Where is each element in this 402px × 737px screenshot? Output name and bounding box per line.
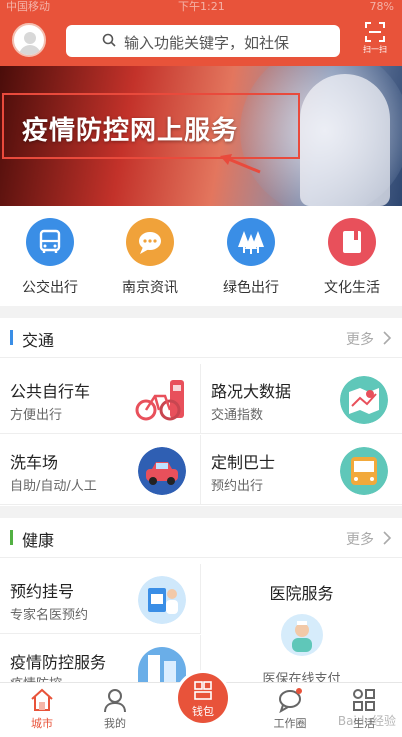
car-wash-icon (138, 447, 186, 495)
scan-icon (365, 22, 385, 42)
banner-title: 疫情防控网上服务 (22, 116, 239, 146)
tile-title: 公共自行车 (10, 382, 91, 401)
home-icon (31, 688, 53, 711)
section-header: 健康 更多 (0, 518, 402, 558)
scan-label: 扫一扫 (363, 45, 387, 54)
tile-title: 疫情防控服务 (10, 653, 107, 672)
avatar[interactable] (12, 23, 46, 57)
tile-subtitle: 医保在线支付 (262, 672, 341, 682)
section-title: 健康 (22, 531, 55, 550)
tile-subtitle: 自助/自动/人工 (10, 479, 97, 494)
section-accent-bar (10, 330, 13, 345)
bus-icon (26, 218, 74, 266)
carrier-label: 中国移动 (6, 0, 50, 13)
tab-mine[interactable]: 我的 (87, 687, 143, 731)
app-header: 中国移动 下午1:21 78% 输入功能关键字，如社保 扫一扫 (0, 0, 402, 66)
chevron-right-icon[interactable] (382, 531, 392, 545)
chat-icon (279, 688, 302, 713)
section-title: 交通 (22, 331, 55, 350)
quick-link-label: 文化生活 (324, 280, 380, 296)
chevron-right-icon[interactable] (382, 331, 392, 345)
tab-wallet[interactable]: 钱包 (178, 673, 228, 723)
person-icon (104, 689, 126, 713)
search-icon (102, 33, 116, 47)
wallet-icon (194, 681, 212, 700)
tile-title: 洗车场 (10, 453, 59, 472)
tab-label: 我的 (104, 717, 126, 730)
scan-button[interactable]: 扫一扫 (360, 21, 390, 61)
tile-title: 路况大数据 (211, 382, 292, 401)
quick-link-culture[interactable]: 文化生活 (302, 218, 402, 297)
quick-link-news[interactable]: 南京资讯 (100, 218, 200, 297)
tile-traffic-data[interactable]: 路况大数据 交通指数 (201, 364, 402, 434)
tile-public-bicycle[interactable]: 公共自行车 方便出行 (0, 364, 201, 434)
tab-label: 工作圈 (273, 717, 307, 730)
status-bar: 中国移动 下午1:21 78% (0, 0, 402, 14)
arrow-icon (220, 154, 261, 174)
quick-links: 公交出行 南京资讯 绿色出行 文化生活 (0, 206, 402, 306)
tab-work-circle[interactable]: 工作圈 (262, 687, 318, 731)
section-accent-bar (10, 530, 13, 545)
quick-link-label: 南京资讯 (122, 280, 178, 296)
book-icon (328, 218, 376, 266)
tile-title: 医院服务 (269, 584, 334, 603)
search-input[interactable]: 输入功能关键字，如社保 (66, 25, 340, 57)
more-link[interactable]: 更多 (346, 529, 374, 549)
nurse-icon (281, 614, 323, 656)
map-icon (340, 376, 388, 424)
quick-link-label: 公交出行 (22, 280, 78, 296)
tile-epidemic-service[interactable]: 疫情防控服务 疫情防控 (0, 635, 201, 682)
clock: 下午1:21 (178, 0, 225, 13)
tile-subtitle: 疫情防控 (10, 673, 62, 682)
quick-link-bus[interactable]: 公交出行 (0, 218, 100, 297)
banner-figure (300, 74, 390, 206)
tile-subtitle: 专家名医预约 (10, 608, 89, 623)
tab-city[interactable]: 城市 (14, 687, 70, 731)
quick-link-label: 绿色出行 (223, 280, 279, 296)
bus-icon (340, 447, 388, 495)
tab-label: 钱包 (192, 705, 214, 718)
tile-title: 预约挂号 (10, 582, 75, 601)
quick-link-green-travel[interactable]: 绿色出行 (201, 218, 301, 297)
avatar-head-shape (24, 32, 36, 44)
tile-title: 定制巴士 (211, 453, 276, 472)
tile-subtitle: 方便出行 (10, 408, 63, 423)
chat-bubble-icon (126, 218, 174, 266)
more-link[interactable]: 更多 (346, 329, 374, 349)
doctor-icon (138, 576, 186, 624)
tile-custom-bus[interactable]: 定制巴士 预约出行 (201, 435, 402, 505)
bicycle-icon (135, 380, 184, 421)
tab-label: 城市 (31, 717, 53, 730)
bottom-tab-bar: 城市 我的 钱包 工作圈 生活 Baidu经验 (0, 673, 402, 737)
building-icon (138, 647, 186, 682)
search-placeholder: 输入功能关键字，如社保 (124, 34, 290, 52)
section-header: 交通 更多 (0, 318, 402, 358)
promo-banner[interactable]: 疫情防控网上服务 (0, 66, 402, 206)
tile-appointment[interactable]: 预约挂号 专家名医预约 (0, 564, 201, 634)
tile-hospital-service[interactable]: 医院服务 医保在线支付 (201, 564, 402, 682)
health-section: 健康 更多 预约挂号 专家名医预约 疫情防控服务 疫情防控 医院服务 (0, 518, 402, 682)
avatar-body-shape (19, 45, 41, 55)
battery-level: 78% (369, 0, 394, 13)
tile-subtitle: 交通指数 (211, 408, 264, 423)
tile-subtitle: 预约出行 (211, 479, 264, 494)
trees-icon (227, 218, 275, 266)
watermark: Baidu经验 (337, 714, 396, 728)
tile-car-wash[interactable]: 洗车场 自助/自动/人工 (0, 435, 201, 505)
grid-icon (353, 689, 375, 711)
traffic-section: 交通 更多 公共自行车 方便出行 路况大数据 交通指数 洗车场 自助/自动/人工 (0, 318, 402, 506)
